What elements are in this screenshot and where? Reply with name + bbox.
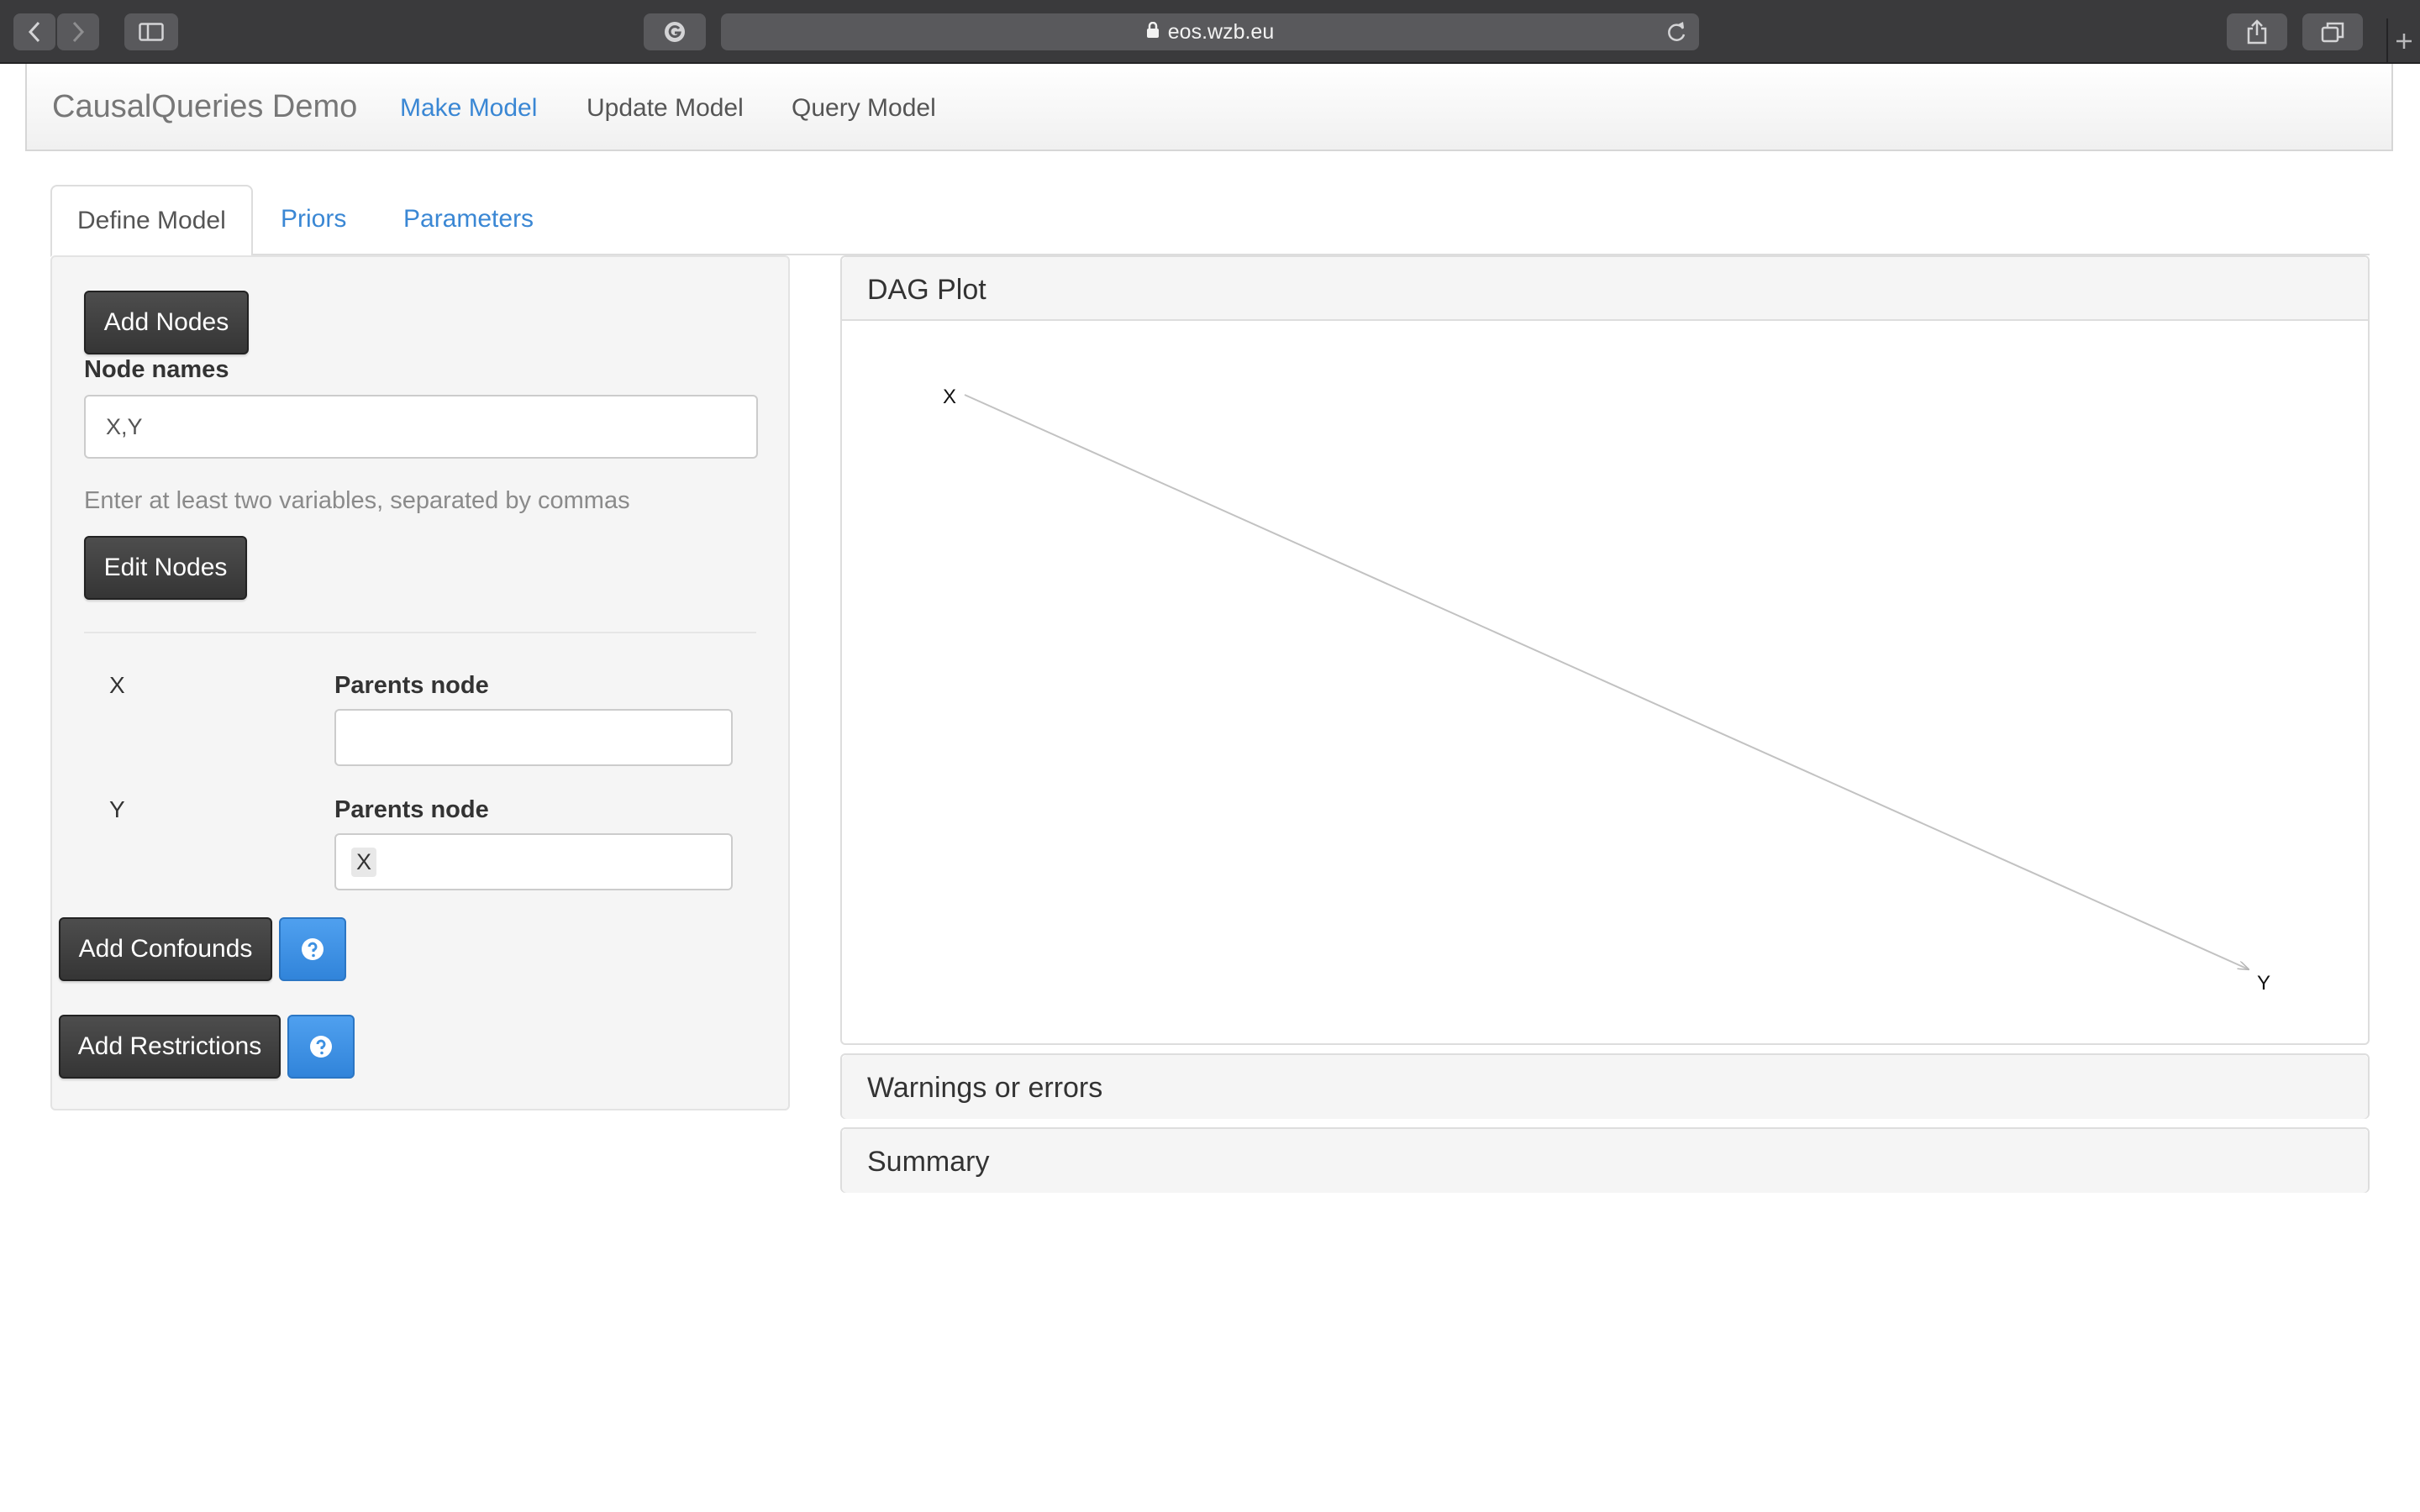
url-text: eos.wzb.eu (1167, 19, 1275, 44)
sidebar-toggle-button[interactable] (124, 13, 178, 50)
share-button[interactable] (2227, 13, 2287, 50)
question-circle-icon (302, 938, 324, 960)
chevron-left-icon (28, 21, 40, 43)
dag-plot-title: DAG Plot (842, 257, 2368, 321)
confounds-help-button[interactable] (279, 917, 346, 981)
node-names-input[interactable]: X,Y (84, 395, 758, 459)
warnings-title[interactable]: Warnings or errors (842, 1055, 2368, 1119)
tab-priors[interactable]: Priors (255, 185, 371, 257)
grammarly-icon (665, 22, 685, 42)
model-tabs: Define Model Priors Parameters (50, 185, 2370, 257)
node-y-parents-label: Parents node (334, 796, 489, 823)
back-button[interactable] (13, 13, 55, 50)
define-model-sidebar: Add Nodes Node names X,Y Enter at least … (50, 255, 790, 1110)
app-navbar: CausalQueries Demo Make Model Update Mod… (25, 64, 2393, 151)
dag-plot-panel: DAG Plot X Y (840, 255, 2370, 1045)
add-nodes-button[interactable]: Add Nodes (84, 291, 249, 354)
summary-title[interactable]: Summary (842, 1129, 2368, 1193)
sidebar-icon (139, 23, 164, 41)
dag-node-x: X (943, 386, 956, 408)
dag-edge-x-y (964, 394, 2249, 969)
nav-make-model[interactable]: Make Model (400, 94, 537, 123)
summary-panel[interactable]: Summary (840, 1127, 2370, 1193)
browser-toolbar: eos.wzb.eu (0, 0, 2420, 64)
add-restrictions-button[interactable]: Add Restrictions (59, 1015, 281, 1079)
question-circle-icon (310, 1036, 332, 1058)
node-names-help-text: Enter at least two variables, separated … (84, 487, 630, 514)
address-bar[interactable]: eos.wzb.eu (721, 13, 1699, 50)
restrictions-help-button[interactable] (287, 1015, 355, 1079)
node-names-label: Node names (84, 356, 229, 383)
tab-parameters[interactable]: Parameters (378, 185, 559, 257)
nav-query-model[interactable]: Query Model (792, 94, 936, 123)
tabs-overview-button[interactable] (2302, 13, 2363, 50)
tabs-icon (2321, 22, 2344, 43)
new-tab-button[interactable] (2386, 18, 2420, 64)
share-icon (2247, 19, 2267, 45)
node-names-value: X,Y (106, 413, 143, 439)
node-y-parents-input[interactable]: X (334, 833, 733, 890)
dag-node-y: Y (2257, 972, 2270, 995)
node-x-name: X (109, 672, 125, 698)
node-x-parents-label: Parents node (334, 672, 489, 699)
tab-define-model[interactable]: Define Model (50, 185, 253, 257)
plus-icon (2396, 34, 2412, 49)
divider (84, 632, 756, 633)
add-confounds-button[interactable]: Add Confounds (59, 917, 272, 981)
lock-icon (1146, 20, 1160, 45)
chevron-right-icon (72, 21, 85, 43)
reload-icon[interactable] (1665, 20, 1687, 50)
extension-button[interactable] (644, 13, 706, 50)
node-x-parents-input[interactable] (334, 709, 733, 766)
app-brand[interactable]: CausalQueries Demo (52, 89, 357, 125)
warnings-panel[interactable]: Warnings or errors (840, 1053, 2370, 1119)
nav-update-model[interactable]: Update Model (587, 94, 744, 123)
edit-nodes-button[interactable]: Edit Nodes (84, 536, 247, 600)
parent-chip[interactable]: X (351, 847, 377, 877)
forward-button[interactable] (57, 13, 99, 50)
dag-plot: X Y (943, 386, 2270, 995)
node-y-name: Y (109, 796, 125, 822)
